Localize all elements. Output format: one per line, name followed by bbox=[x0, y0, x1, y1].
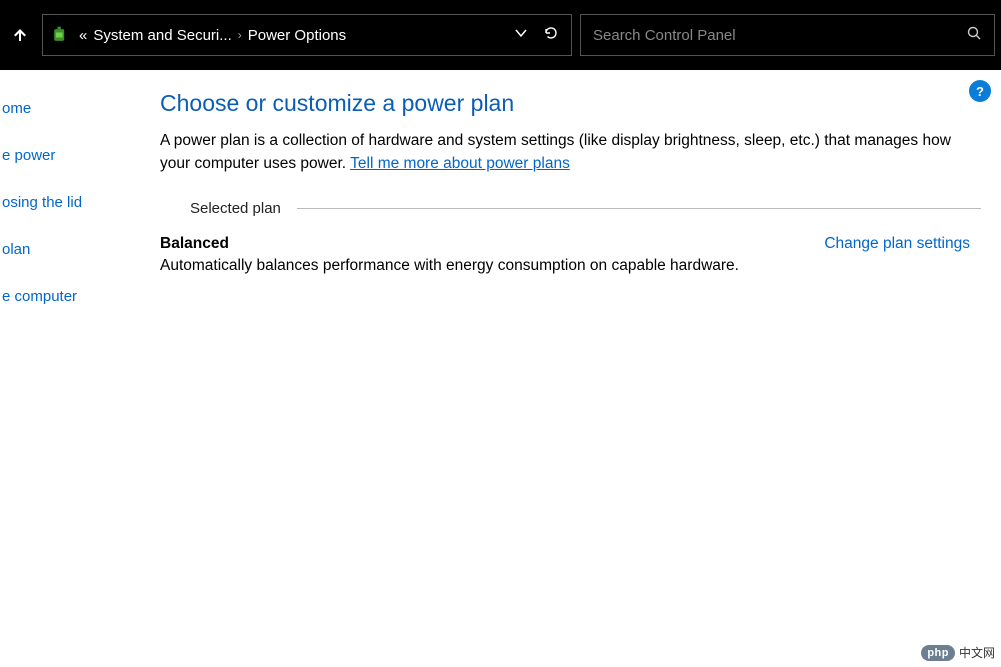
sidebar: ome e power osing the lid olan e compute… bbox=[0, 70, 130, 667]
search-bar[interactable] bbox=[580, 14, 995, 56]
help-icon: ? bbox=[976, 84, 984, 99]
annotation-arrow-icon bbox=[990, 268, 1001, 428]
chevron-right-icon: › bbox=[238, 28, 242, 42]
breadcrumb-parent[interactable]: System and Securi... bbox=[93, 27, 231, 44]
main-content: ? Choose or customize a power plan A pow… bbox=[130, 70, 1001, 667]
address-bar[interactable]: « System and Securi... › Power Options bbox=[42, 14, 572, 56]
titlebar: « System and Securi... › Power Options bbox=[0, 0, 1001, 70]
breadcrumb[interactable]: « System and Securi... › Power Options bbox=[79, 27, 505, 44]
page-description: A power plan is a collection of hardware… bbox=[160, 129, 980, 176]
sidebar-item[interactable]: e power bbox=[0, 141, 130, 170]
selected-plan-header: Selected plan bbox=[190, 200, 981, 217]
page-title: Choose or customize a power plan bbox=[160, 90, 981, 117]
sidebar-item[interactable]: ome bbox=[0, 94, 130, 123]
section-label: Selected plan bbox=[190, 200, 281, 217]
learn-more-link[interactable]: Tell me more about power plans bbox=[350, 155, 570, 172]
sidebar-item[interactable]: osing the lid bbox=[0, 188, 130, 217]
nav-up-button[interactable] bbox=[6, 21, 34, 49]
divider bbox=[297, 208, 981, 209]
chevron-down-icon[interactable] bbox=[513, 25, 529, 46]
search-icon[interactable] bbox=[966, 25, 982, 46]
breadcrumb-current[interactable]: Power Options bbox=[248, 27, 346, 44]
arrow-up-icon bbox=[12, 27, 28, 43]
refresh-button[interactable] bbox=[543, 25, 559, 46]
sidebar-item[interactable]: olan bbox=[0, 235, 130, 264]
plan-row: Balanced Automatically balances performa… bbox=[160, 235, 970, 275]
breadcrumb-prefix: « bbox=[79, 27, 87, 44]
plan-name: Balanced bbox=[160, 235, 739, 253]
change-plan-settings-link[interactable]: Change plan settings bbox=[824, 235, 970, 253]
search-input[interactable] bbox=[593, 27, 966, 44]
help-button[interactable]: ? bbox=[969, 80, 991, 102]
sidebar-item[interactable]: e computer bbox=[0, 282, 130, 311]
plan-description: Automatically balances performance with … bbox=[160, 257, 739, 275]
battery-icon bbox=[49, 24, 71, 46]
